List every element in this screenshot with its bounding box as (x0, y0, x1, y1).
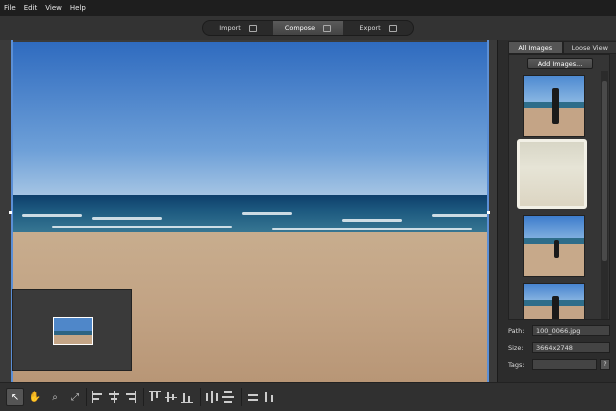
menu-view[interactable]: View (45, 4, 62, 12)
distribute-group (200, 388, 239, 406)
align-bottom-icon[interactable] (180, 390, 194, 404)
add-images-button[interactable]: Add Images... (527, 58, 593, 69)
select-tool-icon[interactable]: ↖ (6, 388, 24, 406)
menu-edit[interactable]: Edit (24, 4, 38, 12)
zoom-tool-icon[interactable]: ⌕ (46, 388, 64, 406)
size-field[interactable]: 3664x2748 (532, 342, 610, 353)
menubar: File Edit View Help (0, 0, 616, 16)
fit-tool-icon[interactable]: ⤢ (66, 388, 84, 406)
align-vertical-group (143, 388, 198, 406)
tags-help-button[interactable]: ? (600, 359, 610, 370)
mode-bar: Import Compose Export (0, 16, 616, 40)
align-middle-icon[interactable] (164, 390, 178, 404)
tags-label: Tags: (508, 360, 525, 369)
menu-help[interactable]: Help (70, 4, 86, 12)
thumbnail-4[interactable] (523, 283, 585, 319)
mode-import[interactable]: Import (203, 21, 273, 35)
compose-icon (323, 24, 332, 32)
scrollbar-thumb[interactable] (602, 81, 607, 261)
mode-export[interactable]: Export (343, 21, 413, 35)
flip-icon[interactable] (262, 390, 276, 404)
thumbnail-3[interactable] (523, 215, 585, 277)
menu-file[interactable]: File (4, 4, 16, 12)
tab-all-images[interactable]: All Images (508, 41, 563, 54)
image-properties: Path: 100_0066.jpg Size: 3664x2748 Tags:… (508, 322, 610, 373)
rotate-icon[interactable] (246, 390, 260, 404)
align-top-icon[interactable] (148, 390, 162, 404)
bottom-toolbar: ↖ ✋ ⌕ ⤢ (0, 382, 616, 411)
panel-tabs: All Images Loose View (508, 41, 616, 54)
size-label: Size: (508, 343, 524, 352)
align-right-icon[interactable] (123, 390, 137, 404)
thumbnail-scrollbar[interactable] (601, 71, 608, 319)
thumbnail-1[interactable] (523, 75, 585, 137)
path-label: Path: (508, 326, 525, 335)
align-left-icon[interactable] (91, 390, 105, 404)
thumbnail-2-selected[interactable] (517, 139, 587, 209)
export-icon (388, 24, 397, 32)
thumbnail-list[interactable]: Add Images... (508, 54, 610, 320)
align-horizontal-group (86, 388, 141, 406)
tags-field[interactable] (532, 359, 597, 370)
compose-canvas[interactable] (0, 40, 497, 382)
navigator-panel[interactable] (12, 289, 132, 371)
mode-switcher: Import Compose Export (202, 20, 414, 36)
tab-loose-view[interactable]: Loose View (562, 41, 616, 54)
distribute-horizontal-icon[interactable] (205, 390, 219, 404)
distribute-vertical-icon[interactable] (221, 390, 235, 404)
resize-handle-right[interactable] (487, 211, 490, 214)
resize-handle-left[interactable] (9, 211, 12, 214)
transform-group (241, 388, 280, 406)
images-panel: All Images Loose View Add Images... Path… (497, 40, 616, 382)
align-center-icon[interactable] (107, 390, 121, 404)
navigator-thumbnail[interactable] (53, 317, 93, 345)
hand-tool-icon[interactable]: ✋ (26, 388, 44, 406)
import-icon (248, 24, 257, 32)
mode-compose[interactable]: Compose (273, 21, 343, 35)
path-field[interactable]: 100_0066.jpg (532, 325, 610, 336)
